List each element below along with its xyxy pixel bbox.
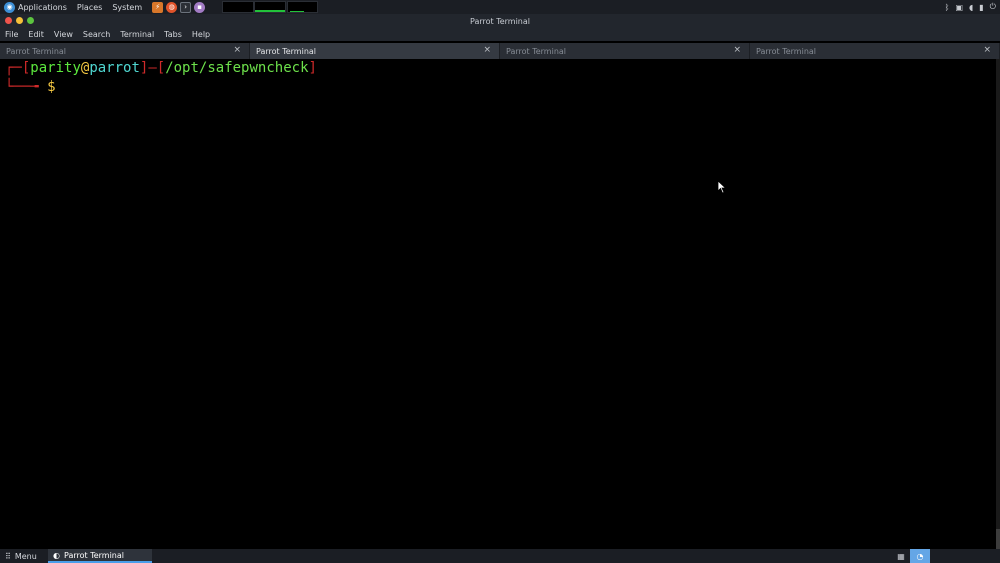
volume-icon[interactable]: ◖ bbox=[969, 3, 973, 12]
terminal-icon: ◐ bbox=[53, 550, 60, 560]
prompt-symbol: $ bbox=[47, 79, 56, 95]
workspace-icon[interactable]: ◔ bbox=[910, 549, 930, 563]
menu-help[interactable]: Help bbox=[192, 30, 210, 39]
menu-tabs[interactable]: Tabs bbox=[164, 30, 182, 39]
menu-search[interactable]: Search bbox=[83, 30, 110, 39]
prompt-corner: ┌─ bbox=[5, 60, 22, 76]
window-title: Parrot Terminal bbox=[469, 16, 530, 26]
tab-terminal-1[interactable]: Parrot Terminal × bbox=[0, 43, 250, 59]
tab-bar: Parrot Terminal × Parrot Terminal × Parr… bbox=[0, 43, 1000, 59]
network-icon[interactable]: ▣ bbox=[955, 3, 963, 12]
terminal-area[interactable]: ┌─[parity@parrot]—[/opt/safepwncheck] └─… bbox=[0, 59, 996, 549]
window-titlebar[interactable]: Parrot Terminal bbox=[0, 14, 1000, 28]
tab-terminal-2[interactable]: Parrot Terminal × bbox=[250, 43, 500, 59]
menu-view[interactable]: View bbox=[54, 30, 73, 39]
terminal-launcher-icon[interactable]: ⚡ bbox=[152, 1, 164, 13]
applications-menu[interactable]: Applications bbox=[18, 3, 67, 12]
workspace-empty[interactable] bbox=[930, 549, 1000, 563]
prompt-path: /opt/safepwncheck bbox=[165, 60, 309, 76]
app-icon[interactable]: ▪ bbox=[194, 1, 206, 13]
power-icon[interactable]: ⏻ bbox=[990, 2, 996, 12]
tab-label: Parrot Terminal bbox=[6, 46, 67, 56]
terminal-icon[interactable]: › bbox=[180, 1, 192, 13]
menu-terminal[interactable]: Terminal bbox=[120, 30, 154, 39]
maximize-window-button[interactable] bbox=[27, 17, 34, 24]
workspace-switcher: ▦ ◔ bbox=[892, 549, 1000, 563]
show-desktop-icon[interactable]: ▦ bbox=[892, 549, 910, 563]
terminal-scrollbar[interactable] bbox=[996, 59, 1000, 549]
close-tab-icon[interactable]: × bbox=[233, 45, 241, 55]
firefox-icon[interactable]: ◍ bbox=[166, 1, 178, 13]
mouse-cursor-icon bbox=[717, 180, 727, 194]
system-tray: ᛒ ▣ ◖ ▮ ⏻ bbox=[945, 0, 996, 14]
parrot-logo-icon[interactable]: ◉ bbox=[4, 1, 15, 13]
battery-icon[interactable]: ▮ bbox=[979, 3, 983, 12]
close-tab-icon[interactable]: × bbox=[983, 45, 991, 55]
prompt-path-open: [ bbox=[156, 60, 166, 76]
menu-label: Menu bbox=[14, 551, 37, 561]
taskbar-item-terminal[interactable]: ◐ Parrot Terminal bbox=[48, 549, 152, 563]
menubar: File Edit View Search Terminal Tabs Help bbox=[0, 28, 1000, 41]
close-tab-icon[interactable]: × bbox=[483, 45, 491, 55]
menu-file[interactable]: File bbox=[5, 30, 18, 39]
tab-terminal-3[interactable]: Parrot Terminal × bbox=[500, 43, 750, 59]
top-panel: ◉ Applications Places System ⚡ ◍ › ▪ ᛒ ▣… bbox=[0, 0, 1000, 14]
minimize-window-button[interactable] bbox=[16, 17, 23, 24]
prompt-path-close: ] bbox=[308, 60, 317, 76]
bottom-panel: ⠿ Menu ◐ Parrot Terminal ▦ ◔ bbox=[0, 549, 1000, 563]
grid-icon: ⠿ bbox=[5, 551, 11, 561]
close-window-button[interactable] bbox=[5, 17, 12, 24]
prompt-user: parity bbox=[30, 60, 81, 76]
prompt-line: ┌─[parity@parrot]—[/opt/safepwncheck] bbox=[5, 60, 317, 76]
window-controls bbox=[5, 17, 34, 24]
taskbar-label: Parrot Terminal bbox=[63, 550, 124, 560]
prompt-dash: — bbox=[148, 60, 157, 76]
system-menu[interactable]: System bbox=[112, 3, 142, 12]
scrollbar-thumb[interactable] bbox=[996, 529, 1000, 549]
menu-edit[interactable]: Edit bbox=[28, 30, 44, 39]
places-menu[interactable]: Places bbox=[77, 3, 102, 12]
menu-button[interactable]: ⠿ Menu bbox=[0, 552, 48, 561]
input-line[interactable]: └──╼ $ bbox=[5, 79, 56, 95]
cpu-monitor bbox=[222, 1, 254, 13]
tab-terminal-4[interactable]: Parrot Terminal × bbox=[750, 43, 1000, 59]
prompt-corner-bottom: └──╼ bbox=[5, 79, 48, 95]
tab-label: Parrot Terminal bbox=[756, 46, 817, 56]
tab-label: Parrot Terminal bbox=[506, 46, 567, 56]
tab-label: Parrot Terminal bbox=[256, 46, 317, 56]
close-tab-icon[interactable]: × bbox=[733, 45, 741, 55]
network-monitor bbox=[287, 1, 318, 13]
bluetooth-icon[interactable]: ᛒ bbox=[945, 3, 950, 12]
memory-monitor bbox=[254, 1, 286, 13]
prompt-host: parrot bbox=[89, 60, 140, 76]
